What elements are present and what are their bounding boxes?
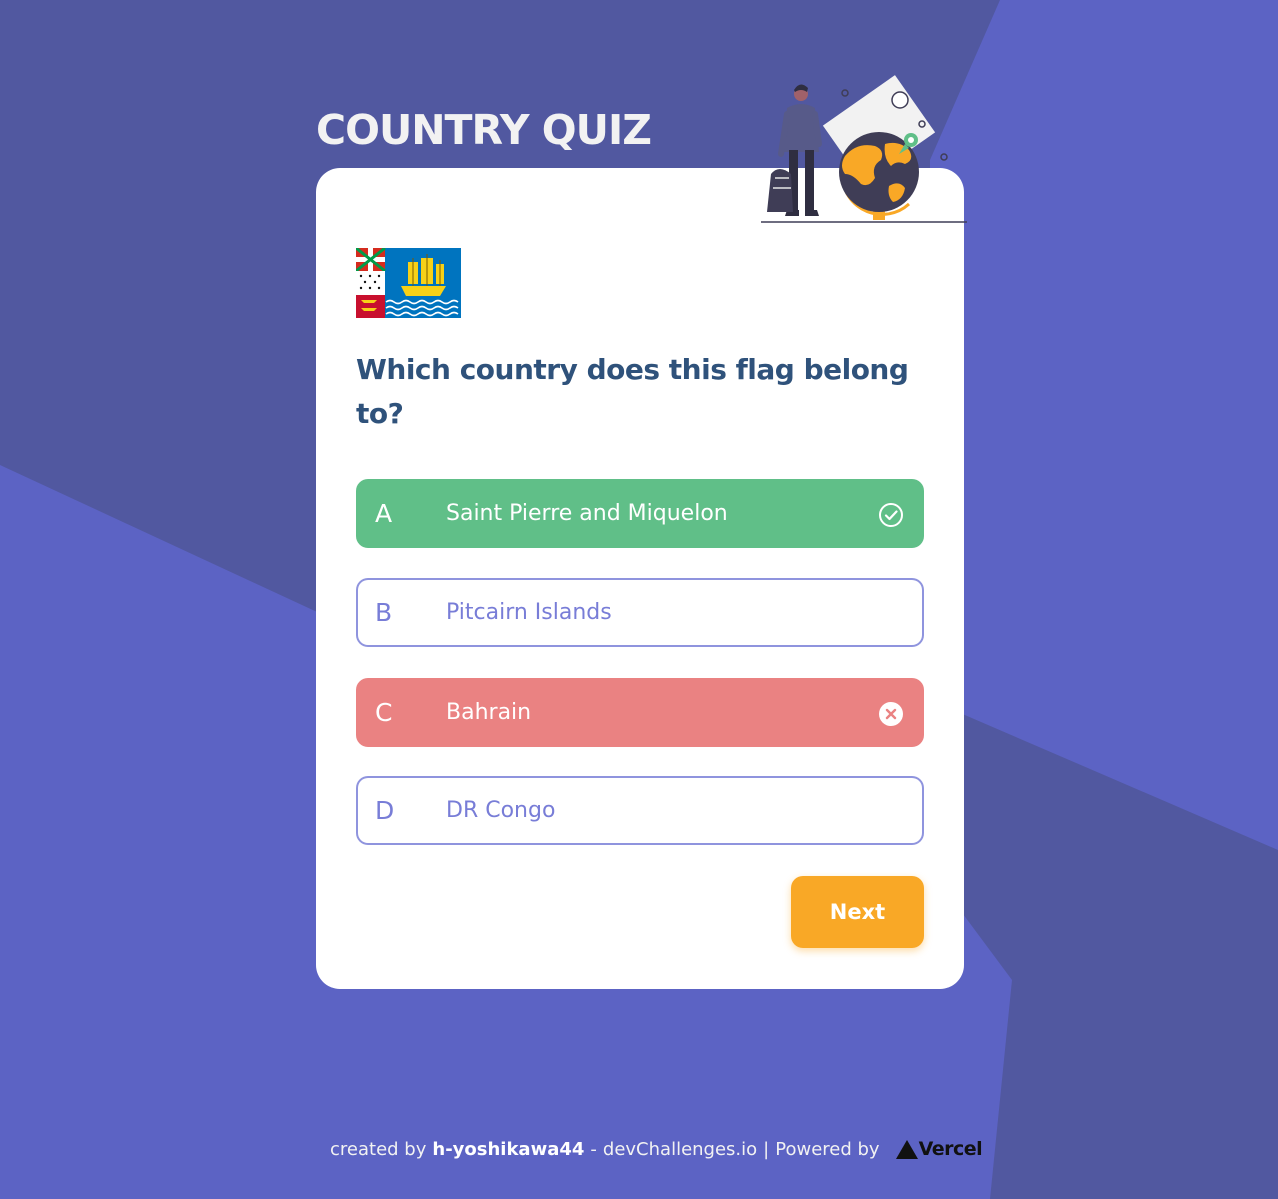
vercel-triangle-icon	[895, 1139, 918, 1159]
option-text: Pitcairn Islands	[446, 600, 612, 625]
footer: created by h-yoshikawa44 - devChallenges…	[330, 1136, 983, 1162]
powered-by-text: Powered by	[775, 1138, 880, 1160]
close-circle-icon	[879, 702, 903, 726]
option-letter: B	[375, 598, 393, 627]
author-link[interactable]: h-yoshikawa44	[432, 1139, 584, 1160]
option-text: Saint Pierre and Miquelon	[446, 501, 728, 526]
vercel-logo[interactable]: Vercel	[895, 1138, 983, 1160]
traveler-globe-illustration	[761, 75, 967, 223]
option-a[interactable]: A Saint Pierre and Miquelon	[356, 479, 924, 548]
option-letter: D	[375, 796, 395, 825]
option-d[interactable]: D DR Congo	[356, 776, 924, 845]
footer-divider: |	[763, 1138, 770, 1160]
option-letter: C	[375, 698, 393, 727]
vercel-label: Vercel	[918, 1138, 983, 1160]
flag-image	[356, 248, 461, 318]
next-button[interactable]: Next	[791, 876, 924, 948]
option-c[interactable]: C Bahrain	[356, 678, 924, 747]
footer-prefix: created by	[330, 1138, 427, 1160]
app-title: COUNTRY QUIZ	[316, 106, 652, 154]
option-text: DR Congo	[446, 798, 556, 823]
question-text: Which country does this flag belong to?	[356, 353, 909, 430]
site-link[interactable]: devChallenges.io	[603, 1139, 757, 1160]
check-circle-icon	[879, 503, 903, 527]
option-letter: A	[375, 499, 393, 528]
footer-dash: -	[590, 1138, 597, 1160]
option-text: Bahrain	[446, 700, 532, 725]
option-b[interactable]: B Pitcairn Islands	[356, 578, 924, 647]
quiz-card: Which country does this flag belong to? …	[316, 168, 964, 989]
